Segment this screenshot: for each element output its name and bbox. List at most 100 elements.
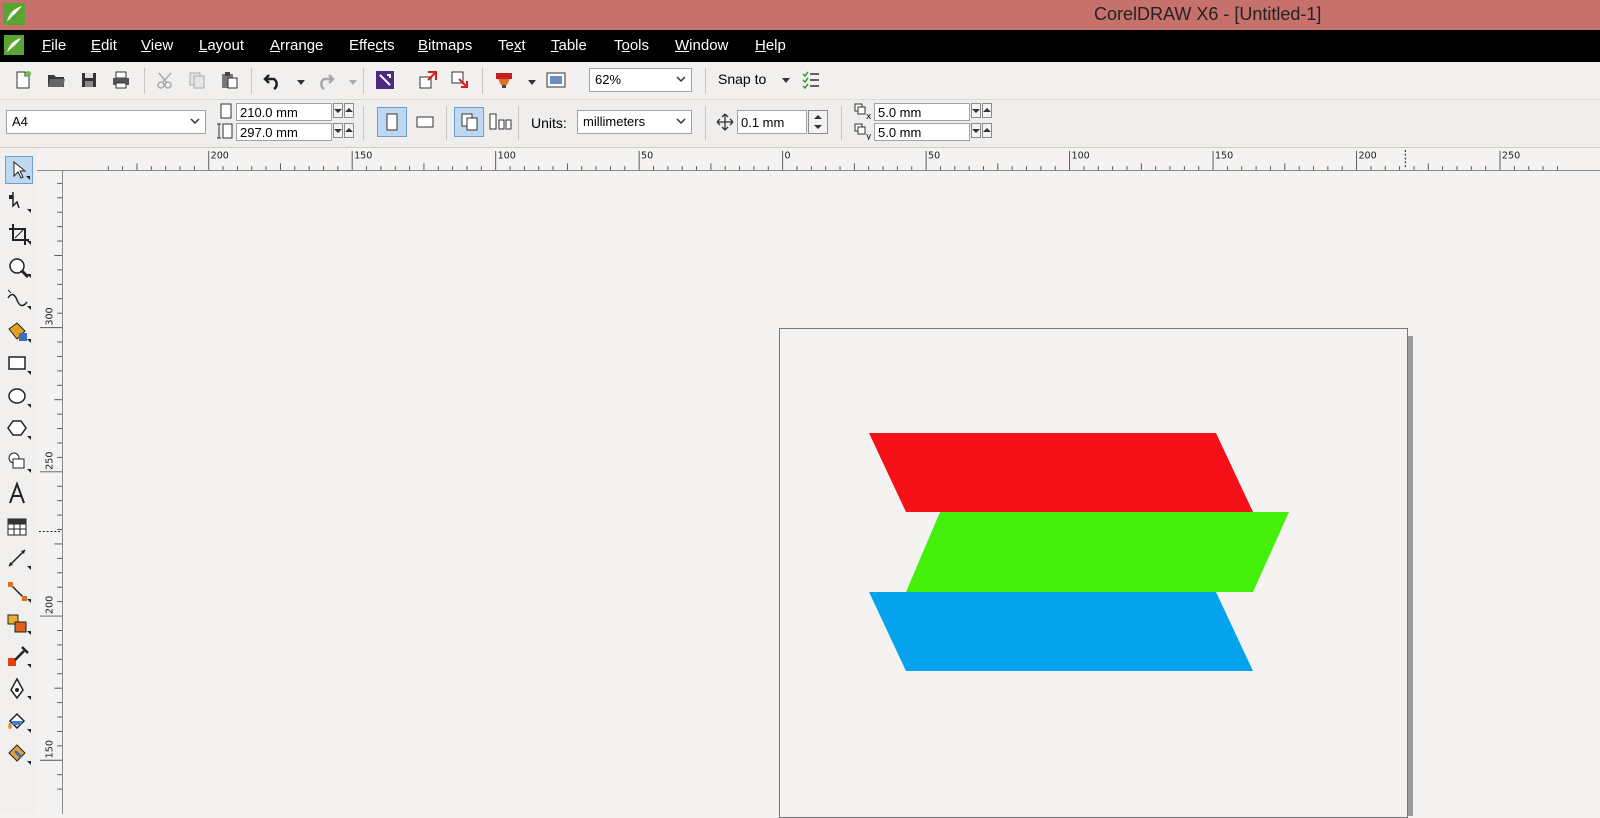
standard-toolbar: 62% Snap to xyxy=(0,62,1600,100)
toolbar-separator xyxy=(363,106,364,140)
ruler-label: 100 xyxy=(498,151,516,162)
menu-window[interactable]: Window xyxy=(675,37,728,54)
document-icon[interactable] xyxy=(4,35,24,55)
cut-icon[interactable] xyxy=(156,70,176,90)
menu-table[interactable]: Table xyxy=(551,37,587,54)
menu-help[interactable]: Help xyxy=(755,37,786,54)
all-pages-button[interactable] xyxy=(454,107,484,137)
units-value: millimeters xyxy=(583,114,646,129)
search-content-icon[interactable] xyxy=(375,70,395,90)
svg-text:y: y xyxy=(866,132,872,140)
red-parallelogram[interactable] xyxy=(869,433,1253,512)
menu-arrange[interactable]: Arrange xyxy=(270,37,323,54)
redo-icon[interactable] xyxy=(315,70,335,90)
toolbar-separator xyxy=(841,106,842,140)
toolbar-separator xyxy=(446,106,447,140)
duplicate-x-stepper[interactable] xyxy=(971,103,993,120)
interactive-effects-tool-icon[interactable] xyxy=(5,611,33,639)
menu-view[interactable]: View xyxy=(141,37,173,54)
ruler-label: 150 xyxy=(44,740,55,758)
text-tool-icon[interactable] xyxy=(5,481,33,509)
eyedropper-tool-icon[interactable] xyxy=(5,644,33,672)
polygon-tool-icon[interactable] xyxy=(5,416,33,444)
portrait-orientation-button[interactable] xyxy=(377,107,407,137)
ruler-label: 200 xyxy=(44,596,55,614)
import-icon[interactable] xyxy=(418,70,438,90)
page-height-value: 297.0 mm xyxy=(240,125,298,140)
save-icon[interactable] xyxy=(79,70,99,90)
ruler-label: 250 xyxy=(44,452,55,470)
redo-dropdown-icon[interactable] xyxy=(349,80,357,85)
undo-dropdown-icon[interactable] xyxy=(297,80,305,85)
menu-tools[interactable]: Tools xyxy=(614,37,649,54)
toolbar-separator xyxy=(251,68,252,94)
duplicate-y-field[interactable]: 5.0 mm xyxy=(874,123,970,141)
page-width-value: 210.0 mm xyxy=(240,105,298,120)
crop-tool-icon[interactable] xyxy=(5,221,33,249)
menu-layout[interactable]: Layout xyxy=(199,37,244,54)
ruler-label: 200 xyxy=(211,151,229,162)
outline-pen-tool-icon[interactable] xyxy=(5,676,33,704)
zoom-level-select[interactable]: 62% xyxy=(589,68,692,92)
export-icon[interactable] xyxy=(450,70,470,90)
print-icon[interactable] xyxy=(111,70,131,90)
connector-tool-icon[interactable] xyxy=(5,579,33,607)
page-height-stepper[interactable] xyxy=(333,123,355,140)
menu-edit[interactable]: Edit xyxy=(91,37,117,54)
interactive-fill-tool-icon[interactable] xyxy=(5,741,33,769)
ellipse-tool-icon[interactable] xyxy=(5,384,33,412)
blue-parallelogram[interactable] xyxy=(869,592,1253,671)
undo-icon[interactable] xyxy=(263,70,283,90)
duplicate-y-stepper[interactable] xyxy=(971,123,993,140)
landscape-orientation-button[interactable] xyxy=(410,107,440,137)
page-height-field[interactable]: 297.0 mm xyxy=(236,123,332,141)
dimension-tool-icon[interactable] xyxy=(5,546,33,574)
page-height-icon xyxy=(217,123,233,139)
vertical-ruler-ticks xyxy=(39,182,62,790)
document-page[interactable] xyxy=(779,328,1408,818)
welcome-screen-icon[interactable] xyxy=(546,70,566,90)
green-parallelogram[interactable] xyxy=(906,512,1289,592)
nudge-distance-field[interactable]: 0.1 mm xyxy=(737,110,807,134)
new-document-icon[interactable] xyxy=(13,70,33,90)
chevron-down-icon xyxy=(676,76,686,83)
zoom-level-value: 62% xyxy=(595,72,622,87)
page-width-stepper[interactable] xyxy=(333,103,355,120)
application-launcher-icon[interactable] xyxy=(494,70,514,90)
snap-to-dropdown-icon[interactable] xyxy=(782,78,790,83)
table-tool-icon[interactable] xyxy=(5,514,33,542)
pick-tool[interactable] xyxy=(5,156,33,184)
shape-tool-icon[interactable] xyxy=(5,189,33,217)
vertical-ruler[interactable]: 300 250 200 150 xyxy=(37,171,63,814)
smart-fill-tool-icon[interactable] xyxy=(5,319,33,347)
snap-to-button[interactable]: Snap to xyxy=(718,71,766,87)
current-page-icon[interactable] xyxy=(489,113,513,131)
menu-effects[interactable]: Effects xyxy=(349,37,395,54)
vertical-ruler-labels: 300 250 200 150 xyxy=(44,307,55,758)
options-checklist-icon[interactable] xyxy=(801,70,821,90)
title-bar: CorelDRAW X6 - [Untitled-1] xyxy=(0,0,1600,30)
menu-text[interactable]: Text xyxy=(498,37,526,54)
basic-shapes-tool-icon[interactable] xyxy=(5,449,33,477)
nudge-distance-stepper[interactable] xyxy=(808,110,828,134)
horizontal-ruler-ticks xyxy=(107,150,1558,170)
page-width-field[interactable]: 210.0 mm xyxy=(236,103,332,121)
menu-bitmaps[interactable]: Bitmaps xyxy=(418,37,472,54)
freehand-tool-icon[interactable] xyxy=(5,286,33,314)
page-size-select[interactable]: A4 xyxy=(6,110,206,134)
open-folder-icon[interactable] xyxy=(46,70,66,90)
zoom-tool-icon[interactable] xyxy=(5,254,33,282)
duplicate-x-field[interactable]: 5.0 mm xyxy=(874,103,970,121)
horizontal-ruler[interactable]: 200 150 100 50 0 50 100 150 200 250 xyxy=(37,148,1600,171)
ruler-label: 150 xyxy=(354,151,372,162)
units-select[interactable]: millimeters xyxy=(577,110,692,134)
paste-icon[interactable] xyxy=(219,70,239,90)
menu-bar: File Edit View Layout Arrange Effects Bitmaps T… xyxy=(0,30,1600,62)
toolbar-separator xyxy=(705,106,706,140)
menu-file[interactable]: File xyxy=(42,37,66,54)
duplicate-x-value: 5.0 mm xyxy=(878,105,922,120)
copy-icon[interactable] xyxy=(187,70,207,90)
launcher-dropdown-icon[interactable] xyxy=(528,80,536,85)
fill-tool-icon[interactable] xyxy=(5,709,33,737)
rectangle-tool-icon[interactable] xyxy=(5,351,33,379)
